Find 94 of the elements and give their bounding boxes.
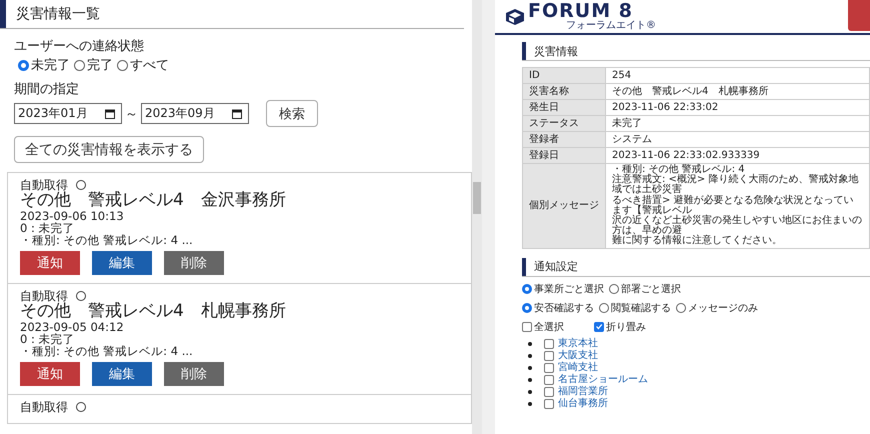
checkbox-label: 全選択: [534, 320, 564, 334]
logo-text: FORUM 8: [528, 2, 633, 21]
page-title: 災害情報一覧: [16, 5, 100, 23]
radio-label: メッセージのみ: [688, 302, 758, 314]
radio-button[interactable]: [522, 284, 532, 294]
message-line: るべき措置> 避難が必要となる危険な状況となっています【警戒レベル: [612, 196, 855, 216]
bullet-icon: [528, 390, 532, 394]
checkbox[interactable]: [544, 386, 554, 396]
calendar-icon: [105, 108, 115, 118]
status-text: 0 : 未完了: [20, 222, 76, 234]
table-header-cell: ID: [522, 68, 606, 84]
message-line: ・種別: その他 警戒レベル: 4: [612, 165, 746, 175]
table-cell: その他 警戒レベル4 札幌事務所: [606, 84, 870, 100]
radio-label: すべて: [130, 57, 169, 74]
radio-label: 未完了: [31, 57, 70, 74]
checkbox[interactable]: [544, 398, 554, 408]
accent-bar: [0, 0, 6, 28]
datetime: 2023-09-06 10:13: [20, 210, 125, 222]
radio-label: 閲覧確認する: [611, 302, 671, 314]
filter-label: ユーザーへの連絡状態: [14, 38, 145, 55]
radio-label: 完了: [87, 57, 113, 74]
circle-icon: [76, 402, 86, 412]
date-field[interactable]: 2023年01月: [14, 103, 122, 124]
accent-bar: [522, 258, 526, 276]
table-header-cell: 発生日: [522, 100, 606, 116]
search-button[interactable]: 検索: [266, 100, 318, 127]
action-button[interactable]: 通知: [20, 251, 80, 276]
checkbox[interactable]: [544, 374, 554, 384]
checkbox[interactable]: [544, 362, 554, 372]
datetime: 2023-09-05 04:12: [20, 321, 125, 334]
radio-button[interactable]: [18, 60, 29, 70]
table-cell: 254: [606, 68, 870, 84]
scrollbar[interactable]: [472, 0, 482, 434]
table-header-cell: 登録者: [522, 132, 606, 148]
table-header-cell: 登録日: [522, 148, 606, 164]
summary-text: ・種別: その他 警戒レベル: 4 ...: [20, 345, 194, 358]
office-link[interactable]: 東京本社: [558, 338, 598, 348]
message-line: 注意警戒文: <概況> 降り続く大雨のため、警戒対象地域では土砂災害: [612, 175, 860, 196]
status-text: 0 : 未完了: [20, 333, 76, 346]
source-label: 自動取得: [20, 290, 68, 304]
bullet-icon: [528, 378, 532, 382]
action-button[interactable]: 編集: [92, 362, 152, 386]
office-link[interactable]: 大阪支社: [558, 350, 598, 360]
table-header-cell: ステータス: [522, 116, 606, 132]
checkbox[interactable]: [544, 350, 554, 360]
table-cell: 2023-11-06 22:33:02: [606, 100, 870, 116]
date-field[interactable]: 2023年09月: [141, 103, 249, 124]
radio-label: 部署ごと選択: [621, 282, 681, 296]
table-cell: システム: [606, 132, 870, 148]
table-header-cell: 個別メッセージ: [522, 164, 606, 248]
section-title: 通知設定: [534, 259, 578, 274]
office-link[interactable]: 宮崎支社: [558, 362, 598, 372]
card-title: その他 警戒レベル4 札幌事務所: [20, 303, 287, 322]
source-label: 自動取得: [20, 401, 68, 415]
radio-button[interactable]: [609, 284, 619, 294]
show-all-button[interactable]: 全ての災害情報を表示する: [14, 136, 204, 163]
circle-icon: [76, 180, 86, 190]
bullet-icon: [528, 402, 532, 406]
card-title: その他 警戒レベル4 金沢事務所: [20, 192, 287, 210]
radio-label: 事業所ごと選択: [534, 282, 604, 296]
radio-label: 安否確認する: [534, 302, 594, 314]
bullet-icon: [528, 366, 532, 370]
checkbox[interactable]: [594, 322, 604, 332]
table-cell: 2023-11-06 22:33:02.933339: [606, 148, 870, 164]
period-label: 期間の指定: [14, 81, 80, 98]
cube-logo-icon: [505, 8, 525, 26]
table-header-cell: 災害名称: [522, 84, 606, 100]
circle-icon: [76, 291, 86, 302]
message-line: 難に関する情報に注意してください。: [612, 236, 783, 246]
table-cell: 未完了: [606, 116, 870, 132]
office-link[interactable]: 名古屋ショールーム: [558, 374, 648, 384]
action-button[interactable]: 削除: [164, 362, 224, 386]
action-button[interactable]: 通知: [20, 362, 80, 386]
radio-button[interactable]: [522, 302, 532, 312]
radio-button[interactable]: [599, 302, 609, 312]
checkbox-label: 折り畳み: [606, 320, 646, 334]
logo-subtitle: フォーラムエイト®: [566, 21, 656, 31]
radio-button[interactable]: [74, 60, 85, 70]
accent-bar: [522, 42, 526, 60]
office-link[interactable]: 福岡営業所: [558, 386, 608, 396]
radio-button[interactable]: [676, 302, 686, 312]
section-title: 災害情報: [534, 44, 578, 58]
bullet-icon: [528, 354, 532, 358]
checkbox[interactable]: [544, 338, 554, 348]
bullet-icon: [528, 342, 532, 346]
calendar-icon: [232, 108, 242, 118]
range-separator: ～: [125, 106, 138, 122]
radio-button[interactable]: [117, 60, 128, 70]
action-button[interactable]: 編集: [92, 251, 152, 276]
action-button[interactable]: 削除: [164, 251, 224, 276]
summary-text: ・種別: その他 警戒レベル: 4 ...: [20, 234, 194, 246]
source-label: 自動取得: [20, 179, 68, 192]
office-link[interactable]: 仙台事務所: [558, 398, 608, 408]
checkbox[interactable]: [522, 322, 532, 332]
